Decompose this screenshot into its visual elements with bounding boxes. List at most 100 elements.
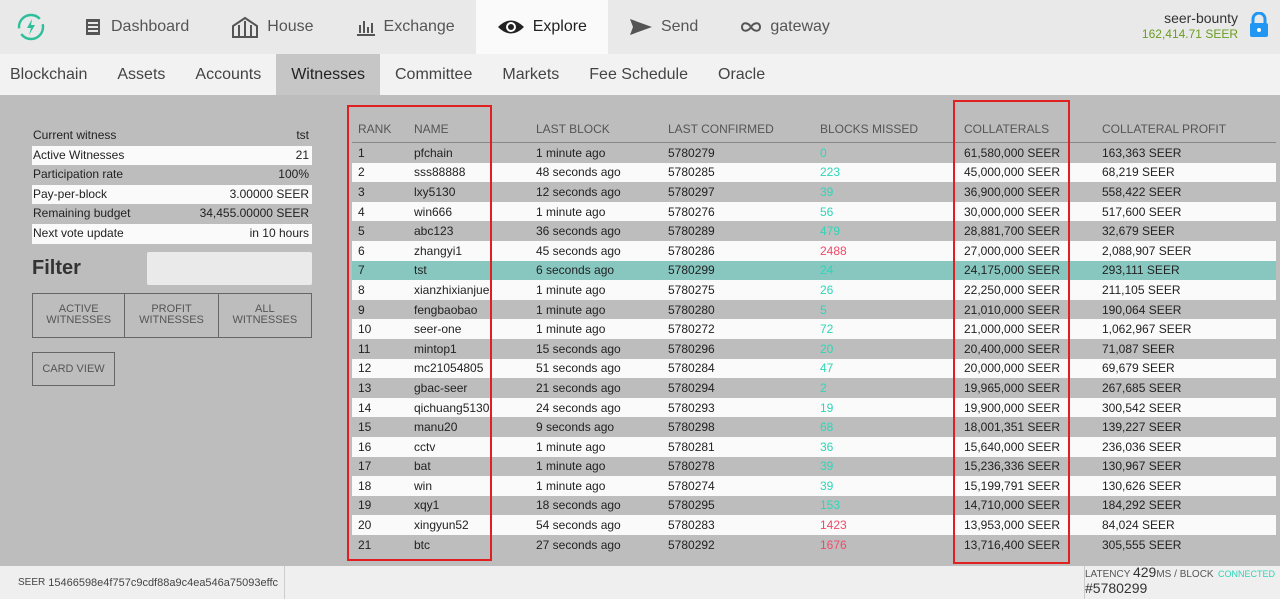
- tab-fee-schedule[interactable]: Fee Schedule: [574, 54, 703, 95]
- collaterals-cell: 24,175,000 SEER: [964, 263, 1061, 278]
- profit-witnesses-button[interactable]: PROFIT WITNESSES: [125, 292, 219, 338]
- table-row[interactable]: 5 abc123 36 seconds ago 5780289 479 28,881,70…: [352, 221, 1276, 241]
- table-row[interactable]: 17 bat 1 minute ago 5780278 39 15,236,336 SEE…: [352, 456, 1276, 477]
- name-cell[interactable]: xingyun52: [408, 518, 536, 532]
- all-witnesses-button[interactable]: ALL WITNESSES: [218, 292, 312, 338]
- last-block-cell: 1 minute ago: [536, 478, 606, 493]
- name-cell[interactable]: seer-one: [408, 322, 536, 336]
- table-row[interactable]: 3 lxy5130 12 seconds ago 5780297 39 36,900,00…: [352, 182, 1276, 202]
- nav-exchange-label: Exchange: [383, 18, 455, 35]
- dashboard-icon: [86, 19, 100, 35]
- stat-label: Pay-per-block: [33, 186, 108, 201]
- name-cell[interactable]: gbac-seer: [408, 381, 536, 395]
- table-row[interactable]: 18 win 1 minute ago 5780274 39 15,199,791 SEE…: [352, 476, 1276, 496]
- table-row[interactable]: 4 win666 1 minute ago 5780276 56 30,000,000 S…: [352, 201, 1276, 222]
- name-cell[interactable]: manu20: [408, 420, 536, 434]
- table-row[interactable]: 19 xqy1 18 seconds ago 5780295 153 14,710,000…: [352, 495, 1276, 516]
- nav-explore[interactable]: Explore: [475, 0, 608, 54]
- name-cell[interactable]: cctv: [408, 440, 536, 454]
- nav-exchange[interactable]: Exchange: [335, 0, 476, 54]
- nav-send[interactable]: Send: [608, 0, 719, 54]
- card-view-button[interactable]: CARD VIEW: [32, 351, 115, 386]
- collateral-profit-cell: 69,679 SEER: [1102, 361, 1175, 376]
- table-row[interactable]: 10 seer-one 1 minute ago 5780272 72 21,000,00…: [352, 319, 1276, 339]
- header-last-block[interactable]: LAST BLOCK: [536, 122, 668, 136]
- table-row[interactable]: 6 zhangyi1 45 seconds ago 5780286 2488 27,000…: [352, 240, 1276, 261]
- name-cell[interactable]: btc: [408, 538, 536, 552]
- name-cell[interactable]: win: [408, 479, 536, 493]
- name-cell[interactable]: win666: [408, 205, 536, 219]
- table-row[interactable]: 11 mintop1 15 seconds ago 5780296 20 20,400,0…: [352, 338, 1276, 359]
- collateral-profit-cell: 300,542 SEER: [1102, 400, 1182, 415]
- name-cell[interactable]: pfchain: [408, 146, 536, 160]
- table-row[interactable]: 21 btc 27 seconds ago 5780292 1676 13,716,400…: [352, 534, 1276, 555]
- tab-witnesses[interactable]: Witnesses: [276, 54, 380, 95]
- name-cell[interactable]: abc123: [408, 224, 536, 238]
- collateral-profit-cell: 190,064 SEER: [1102, 302, 1182, 317]
- active-witnesses-button[interactable]: ACTIVE WITNESSES: [32, 292, 126, 338]
- lock-icon[interactable]: [1248, 11, 1270, 43]
- table-row[interactable]: 15 manu20 9 seconds ago 5780298 68 18,001,351…: [352, 417, 1276, 437]
- header-collateral-profit[interactable]: COLLATERAL PROFIT: [1102, 122, 1272, 136]
- collaterals-cell: 19,965,000 SEER: [964, 380, 1061, 395]
- stat-remaining-budget: Remaining budget 34,455.00000 SEER: [32, 204, 312, 224]
- nav-gateway[interactable]: gateway: [719, 0, 851, 54]
- tab-accounts[interactable]: Accounts: [180, 54, 276, 95]
- account-name[interactable]: seer-bounty: [1142, 10, 1238, 26]
- header-collaterals[interactable]: COLLATERALS: [962, 122, 1102, 136]
- name-cell[interactable]: bat: [408, 459, 536, 473]
- tab-assets[interactable]: Assets: [102, 54, 180, 95]
- nav-explore-label: Explore: [532, 18, 587, 35]
- filter-input[interactable]: [147, 251, 312, 285]
- header-blocks-missed[interactable]: BLOCKS MISSED: [820, 122, 962, 136]
- blocks-missed-cell: 1676: [820, 537, 847, 552]
- name-cell[interactable]: xianzhixianjue: [408, 283, 536, 297]
- stat-label: Current witness: [33, 128, 117, 142]
- collateral-profit-cell: 558,422 SEER: [1102, 184, 1182, 199]
- collateral-profit-cell: 267,685 SEER: [1102, 380, 1182, 395]
- table-row[interactable]: 7 tst 6 seconds ago 5780299 24 24,175,000 SEE…: [352, 260, 1276, 281]
- tab-markets[interactable]: Markets: [487, 54, 574, 95]
- last-confirmed-cell: 5780279: [668, 145, 715, 160]
- table-row[interactable]: 12 mc21054805 51 seconds ago 5780284 47 20,00…: [352, 358, 1276, 379]
- header-name[interactable]: NAME: [408, 122, 536, 136]
- nav-house[interactable]: House: [210, 0, 334, 54]
- name-cell[interactable]: qichuang5130: [408, 401, 536, 415]
- header-last-confirmed[interactable]: LAST CONFIRMED: [668, 122, 820, 136]
- table-row[interactable]: 16 cctv 1 minute ago 5780281 36 15,640,000 SE…: [352, 436, 1276, 457]
- logo-icon[interactable]: [0, 0, 62, 54]
- collaterals-cell: 13,716,400 SEER: [964, 537, 1061, 552]
- table-row[interactable]: 8 xianzhixianjue 1 minute ago 5780275 26 22,2…: [352, 280, 1276, 300]
- name-cell[interactable]: mc21054805: [408, 361, 536, 375]
- nav-dashboard[interactable]: Dashboard: [62, 0, 210, 54]
- header-rank[interactable]: RANK: [352, 122, 408, 136]
- last-block-cell: 1 minute ago: [536, 302, 606, 317]
- blocks-missed-cell: 5: [820, 302, 827, 317]
- table-row[interactable]: 1 pfchain 1 minute ago 5780279 0 61,580,000 S…: [352, 143, 1276, 163]
- name-cell[interactable]: fengbaobao: [408, 303, 536, 317]
- name-cell[interactable]: xqy1: [408, 498, 536, 512]
- tab-blockchain[interactable]: Blockchain: [0, 54, 102, 95]
- table-row[interactable]: 2 sss88888 48 seconds ago 5780285 223 45,000,…: [352, 162, 1276, 183]
- table-row[interactable]: 9 fengbaobao 1 minute ago 5780280 5 21,010,00…: [352, 299, 1276, 320]
- blocks-missed-cell: 36: [820, 439, 834, 454]
- collaterals-cell: 20,400,000 SEER: [964, 341, 1061, 356]
- table-row[interactable]: 14 qichuang5130 24 seconds ago 5780293 19 19,…: [352, 397, 1276, 418]
- block-label: BLOCK: [1179, 569, 1214, 580]
- table-row[interactable]: 13 gbac-seer 21 seconds ago 5780294 2 19,965,…: [352, 378, 1276, 398]
- collateral-profit-cell: 293,111 SEER: [1102, 263, 1180, 278]
- connection-status[interactable]: CONNECTED LATENCY 429MS / BLOCK #5780299: [1084, 564, 1280, 599]
- tab-committee[interactable]: Committee: [380, 54, 487, 95]
- table-row[interactable]: 20 xingyun52 54 seconds ago 5780283 1423 13,9…: [352, 515, 1276, 535]
- name-cell[interactable]: zhangyi1: [408, 244, 536, 258]
- tab-oracle[interactable]: Oracle: [703, 54, 780, 95]
- last-confirmed-cell: 5780297: [668, 184, 715, 199]
- table-header: RANK NAME LAST BLOCK LAST CONFIRMED BLOC…: [352, 115, 1276, 143]
- name-cell[interactable]: sss88888: [408, 165, 536, 179]
- name-cell[interactable]: mintop1: [408, 342, 536, 356]
- name-cell[interactable]: lxy5130: [408, 185, 536, 199]
- account-info[interactable]: seer-bounty 162,414.71 SEER: [1142, 10, 1238, 41]
- collaterals-cell: 19,900,000 SEER: [964, 400, 1061, 415]
- name-cell[interactable]: tst: [408, 263, 536, 277]
- rank-cell: 3: [358, 184, 365, 199]
